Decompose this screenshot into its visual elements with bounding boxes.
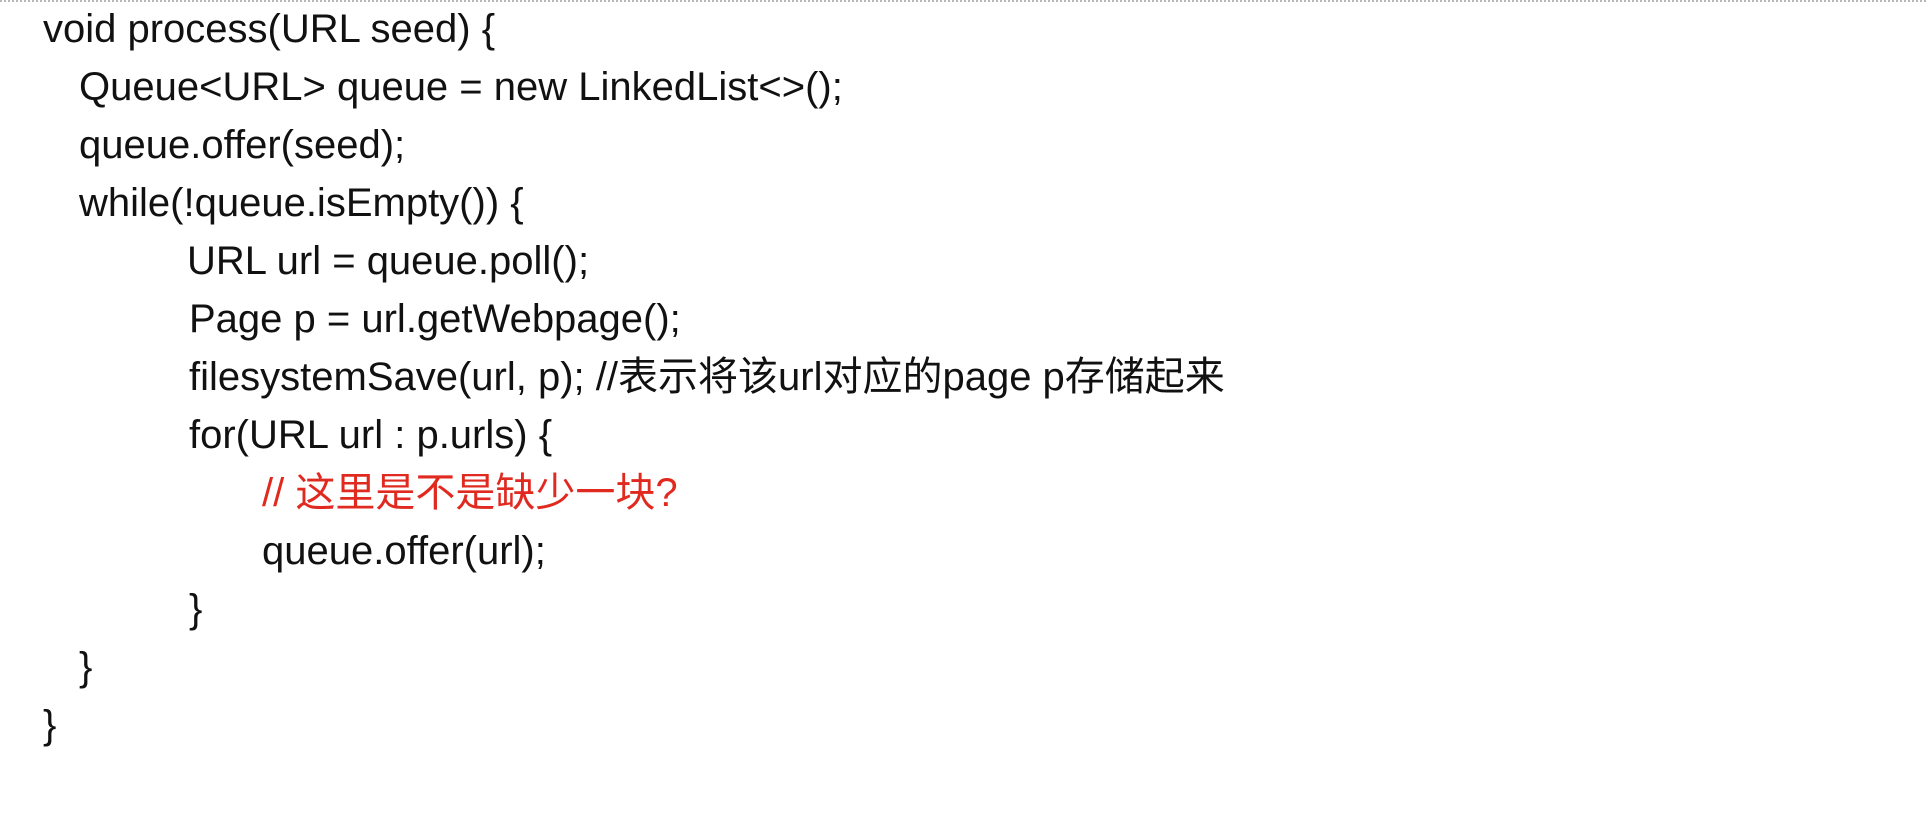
code-line-offer-seed: queue.offer(seed);	[79, 123, 406, 167]
code-line-filesystem-save: filesystemSave(url, p); //表示将该url对应的page…	[189, 355, 1225, 399]
code-line-offer-url: queue.offer(url);	[262, 529, 546, 573]
code-line-poll-url: URL url = queue.poll();	[187, 239, 590, 283]
code-line-for-loop: for(URL url : p.urls) {	[189, 413, 553, 457]
code-line-while-loop: while(!queue.isEmpty()) {	[79, 181, 524, 225]
code-line-for-close-brace: }	[189, 587, 203, 631]
code-line-question-comment: // 这里是不是缺少一块?	[262, 471, 678, 515]
code-line-method-signature: void process(URL seed) {	[43, 7, 496, 51]
code-block: void process(URL seed) { Queue<URL> queu…	[0, 0, 1926, 824]
code-line-method-close-brace: }	[43, 703, 57, 747]
code-line-while-close-brace: }	[79, 645, 93, 689]
code-line-queue-declaration: Queue<URL> queue = new LinkedList<>();	[79, 65, 843, 109]
code-line-get-webpage: Page p = url.getWebpage();	[189, 297, 681, 341]
